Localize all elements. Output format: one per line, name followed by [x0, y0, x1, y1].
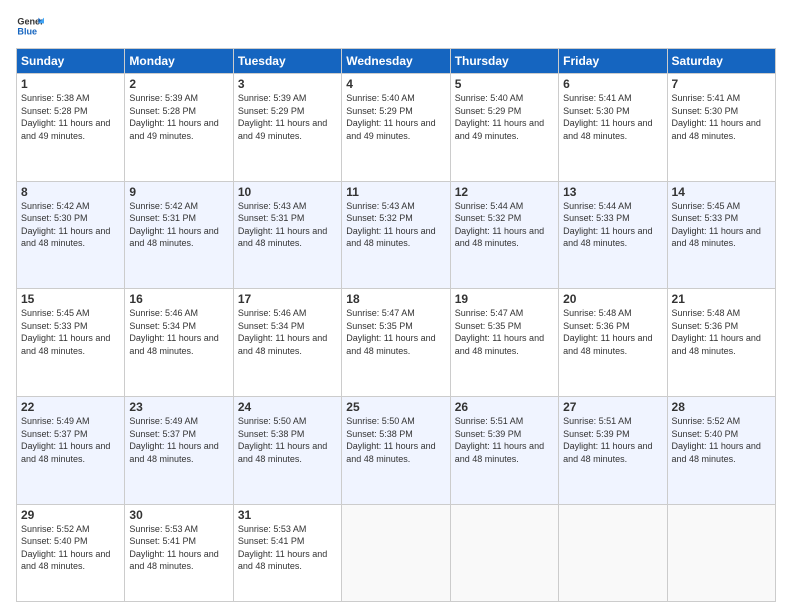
calendar-week-row: 22Sunrise: 5:49 AMSunset: 5:37 PMDayligh… — [17, 396, 776, 504]
table-row: 4Sunrise: 5:40 AMSunset: 5:29 PMDaylight… — [342, 74, 450, 182]
table-row: 15Sunrise: 5:45 AMSunset: 5:33 PMDayligh… — [17, 289, 125, 397]
table-row: 26Sunrise: 5:51 AMSunset: 5:39 PMDayligh… — [450, 396, 558, 504]
svg-text:Blue: Blue — [17, 26, 37, 36]
col-saturday: Saturday — [667, 49, 775, 74]
table-row: 24Sunrise: 5:50 AMSunset: 5:38 PMDayligh… — [233, 396, 341, 504]
table-row: 10Sunrise: 5:43 AMSunset: 5:31 PMDayligh… — [233, 181, 341, 289]
col-thursday: Thursday — [450, 49, 558, 74]
calendar-week-row: 1Sunrise: 5:38 AMSunset: 5:28 PMDaylight… — [17, 74, 776, 182]
table-row: 17Sunrise: 5:46 AMSunset: 5:34 PMDayligh… — [233, 289, 341, 397]
table-row — [450, 504, 558, 601]
table-row: 27Sunrise: 5:51 AMSunset: 5:39 PMDayligh… — [559, 396, 667, 504]
table-row — [667, 504, 775, 601]
table-row: 28Sunrise: 5:52 AMSunset: 5:40 PMDayligh… — [667, 396, 775, 504]
calendar-header-row: Sunday Monday Tuesday Wednesday Thursday… — [17, 49, 776, 74]
table-row: 19Sunrise: 5:47 AMSunset: 5:35 PMDayligh… — [450, 289, 558, 397]
logo: General Blue — [16, 12, 48, 40]
table-row: 25Sunrise: 5:50 AMSunset: 5:38 PMDayligh… — [342, 396, 450, 504]
calendar-week-row: 15Sunrise: 5:45 AMSunset: 5:33 PMDayligh… — [17, 289, 776, 397]
table-row: 31Sunrise: 5:53 AMSunset: 5:41 PMDayligh… — [233, 504, 341, 601]
page-header: General Blue — [16, 12, 776, 40]
table-row: 14Sunrise: 5:45 AMSunset: 5:33 PMDayligh… — [667, 181, 775, 289]
table-row: 21Sunrise: 5:48 AMSunset: 5:36 PMDayligh… — [667, 289, 775, 397]
col-wednesday: Wednesday — [342, 49, 450, 74]
table-row: 8Sunrise: 5:42 AMSunset: 5:30 PMDaylight… — [17, 181, 125, 289]
table-row: 5Sunrise: 5:40 AMSunset: 5:29 PMDaylight… — [450, 74, 558, 182]
table-row: 16Sunrise: 5:46 AMSunset: 5:34 PMDayligh… — [125, 289, 233, 397]
table-row: 7Sunrise: 5:41 AMSunset: 5:30 PMDaylight… — [667, 74, 775, 182]
table-row: 3Sunrise: 5:39 AMSunset: 5:29 PMDaylight… — [233, 74, 341, 182]
table-row: 23Sunrise: 5:49 AMSunset: 5:37 PMDayligh… — [125, 396, 233, 504]
col-tuesday: Tuesday — [233, 49, 341, 74]
table-row: 12Sunrise: 5:44 AMSunset: 5:32 PMDayligh… — [450, 181, 558, 289]
calendar-week-row: 8Sunrise: 5:42 AMSunset: 5:30 PMDaylight… — [17, 181, 776, 289]
table-row: 30Sunrise: 5:53 AMSunset: 5:41 PMDayligh… — [125, 504, 233, 601]
table-row — [559, 504, 667, 601]
table-row: 29Sunrise: 5:52 AMSunset: 5:40 PMDayligh… — [17, 504, 125, 601]
col-monday: Monday — [125, 49, 233, 74]
table-row: 9Sunrise: 5:42 AMSunset: 5:31 PMDaylight… — [125, 181, 233, 289]
table-row: 2Sunrise: 5:39 AMSunset: 5:28 PMDaylight… — [125, 74, 233, 182]
table-row: 6Sunrise: 5:41 AMSunset: 5:30 PMDaylight… — [559, 74, 667, 182]
calendar-table: Sunday Monday Tuesday Wednesday Thursday… — [16, 48, 776, 602]
table-row: 1Sunrise: 5:38 AMSunset: 5:28 PMDaylight… — [17, 74, 125, 182]
col-sunday: Sunday — [17, 49, 125, 74]
table-row: 13Sunrise: 5:44 AMSunset: 5:33 PMDayligh… — [559, 181, 667, 289]
table-row — [342, 504, 450, 601]
table-row: 18Sunrise: 5:47 AMSunset: 5:35 PMDayligh… — [342, 289, 450, 397]
col-friday: Friday — [559, 49, 667, 74]
table-row: 11Sunrise: 5:43 AMSunset: 5:32 PMDayligh… — [342, 181, 450, 289]
table-row: 22Sunrise: 5:49 AMSunset: 5:37 PMDayligh… — [17, 396, 125, 504]
calendar-week-row: 29Sunrise: 5:52 AMSunset: 5:40 PMDayligh… — [17, 504, 776, 601]
logo-icon: General Blue — [16, 12, 44, 40]
table-row: 20Sunrise: 5:48 AMSunset: 5:36 PMDayligh… — [559, 289, 667, 397]
